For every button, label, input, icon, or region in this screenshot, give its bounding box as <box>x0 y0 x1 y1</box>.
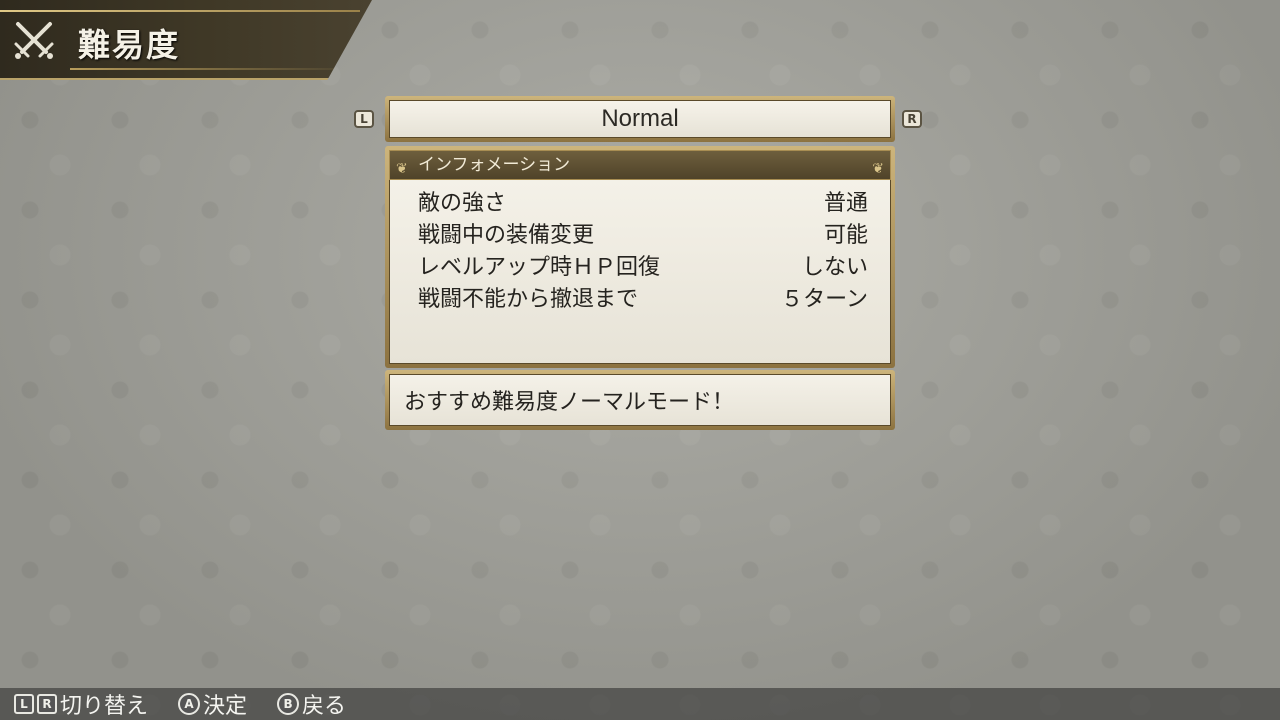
info-label: レベルアップ時ＨＰ回復 <box>418 255 661 280</box>
page-title: 難易度 <box>78 26 181 64</box>
info-row-levelup-hp: レベルアップ時ＨＰ回復 しない <box>418 252 868 284</box>
info-panel: ❦ インフォメーション ❦ 敵の強さ 普通 戦闘中の装備変更 可能 レベルアップ… <box>385 146 895 368</box>
control-switch-label: 切り替え <box>60 694 149 719</box>
message-text: おすすめ難易度ノーマルモード！ <box>389 374 891 426</box>
crossed-swords-icon <box>6 12 62 68</box>
info-header: ❦ インフォメーション ❦ <box>389 150 891 180</box>
a-button-icon: A <box>178 693 201 715</box>
title-plate: 難易度 <box>0 0 372 80</box>
control-back[interactable]: B 戻る <box>277 688 346 720</box>
info-value: 普通 <box>823 191 868 216</box>
difficulty-selector[interactable]: Normal <box>385 96 895 142</box>
control-confirm-label: 決定 <box>203 694 248 719</box>
info-body: 敵の強さ 普通 戦闘中の装備変更 可能 レベルアップ時ＨＰ回復 しない 戦闘不能… <box>389 180 891 364</box>
ornament-left-icon: ❦ <box>396 161 408 177</box>
info-label: 敵の強さ <box>418 191 507 216</box>
r-button-icon: R <box>37 694 57 714</box>
info-row-retreat-turns: 戦闘不能から撤退まで ５ターン <box>418 284 868 316</box>
control-switch[interactable]: L R 切り替え <box>14 688 148 720</box>
info-heading: インフォメーション <box>418 155 571 175</box>
info-label: 戦闘中の装備変更 <box>418 223 595 248</box>
info-value: ５ターン <box>781 287 868 312</box>
b-button-icon: B <box>277 693 300 715</box>
difficulty-value: Normal <box>389 100 891 138</box>
l-shoulder-button[interactable]: L <box>354 110 374 128</box>
info-value: 可能 <box>823 223 868 248</box>
info-value: しない <box>801 255 868 280</box>
l-button-icon: L <box>14 694 34 714</box>
info-label: 戦闘不能から撤退まで <box>418 287 639 312</box>
info-row-equipment-change: 戦闘中の装備変更 可能 <box>418 220 868 252</box>
r-shoulder-button[interactable]: R <box>902 110 922 128</box>
control-back-label: 戻る <box>302 694 347 719</box>
control-bar: L R 切り替え A 決定 B 戻る <box>0 688 1280 720</box>
message-panel: おすすめ難易度ノーマルモード！ <box>385 370 895 430</box>
title-gold-underline <box>70 68 360 70</box>
info-row-enemy-strength: 敵の強さ 普通 <box>418 188 868 220</box>
ornament-right-icon: ❦ <box>872 161 884 177</box>
control-confirm[interactable]: A 決定 <box>178 688 247 720</box>
